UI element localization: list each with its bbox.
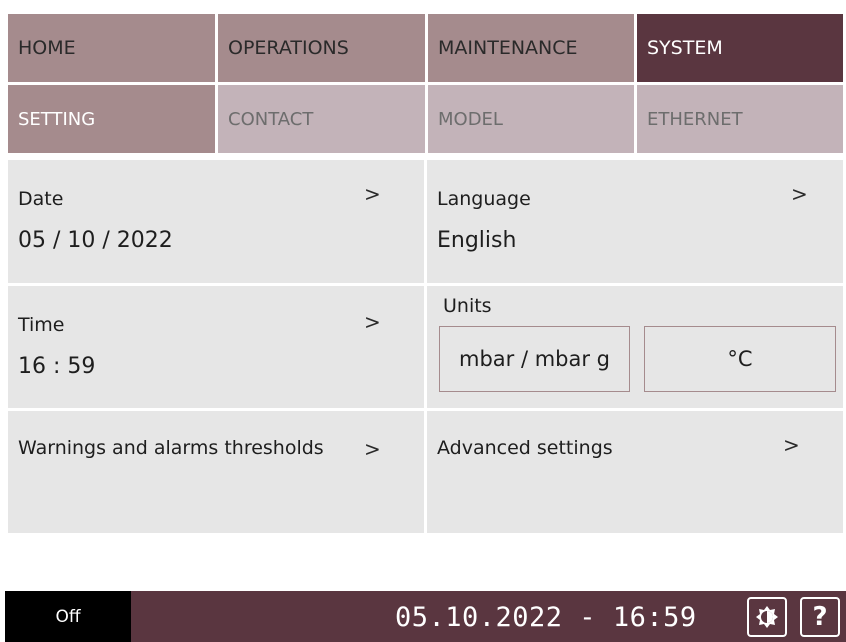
thresholds-setting[interactable]: Warnings and alarms thresholds >	[8, 411, 424, 533]
subtab-contact-label: CONTACT	[228, 108, 314, 130]
subtab-setting[interactable]: SETTING	[8, 85, 215, 153]
pressure-unit-button[interactable]: mbar / mbar g	[439, 326, 630, 392]
chevron-right-icon: >	[791, 182, 808, 206]
advanced-settings-label: Advanced settings	[437, 437, 613, 459]
status-bar: Off 05.10.2022 - 16:59 ?	[5, 591, 846, 642]
temperature-unit-button[interactable]: °C	[644, 326, 836, 392]
brightness-button[interactable]	[747, 597, 787, 637]
temperature-unit-value: °C	[727, 347, 753, 371]
subtab-ethernet-label: ETHERNET	[647, 108, 743, 130]
advanced-settings[interactable]: Advanced settings >	[427, 411, 843, 533]
tab-system-label: SYSTEM	[647, 37, 723, 59]
subtab-model-label: MODEL	[438, 108, 503, 130]
tab-system[interactable]: SYSTEM	[637, 14, 843, 82]
tab-maintenance-label: MAINTENANCE	[438, 37, 578, 59]
help-icon: ?	[812, 602, 828, 632]
subtab-setting-label: SETTING	[18, 108, 96, 130]
tab-home[interactable]: HOME	[8, 14, 215, 82]
chevron-right-icon: >	[364, 310, 381, 334]
subtab-model[interactable]: MODEL	[428, 85, 634, 153]
status-datetime: 05.10.2022 - 16:59	[395, 601, 697, 633]
help-button[interactable]: ?	[800, 597, 840, 637]
date-label: Date	[18, 188, 64, 210]
thresholds-label: Warnings and alarms thresholds	[18, 437, 324, 459]
tab-home-label: HOME	[18, 37, 76, 59]
units-label: Units	[443, 295, 492, 317]
tab-maintenance[interactable]: MAINTENANCE	[428, 14, 634, 82]
time-label: Time	[18, 314, 65, 336]
time-value: 16 : 59	[18, 354, 96, 379]
pressure-unit-value: mbar / mbar g	[458, 347, 610, 371]
chevron-right-icon: >	[364, 182, 381, 206]
tab-operations-label: OPERATIONS	[228, 37, 349, 59]
chevron-right-icon: >	[783, 433, 800, 457]
tab-operations[interactable]: OPERATIONS	[218, 14, 425, 82]
chevron-right-icon: >	[364, 437, 381, 461]
subtab-ethernet[interactable]: ETHERNET	[637, 85, 843, 153]
mode-status-label: Off	[55, 606, 81, 627]
language-label: Language	[437, 188, 531, 210]
language-value: English	[437, 228, 517, 253]
subtab-contact[interactable]: CONTACT	[218, 85, 425, 153]
date-value: 05 / 10 / 2022	[18, 228, 173, 253]
mode-status-button[interactable]: Off	[5, 591, 131, 642]
language-setting[interactable]: Language English >	[427, 160, 843, 283]
date-setting[interactable]: Date 05 / 10 / 2022 >	[8, 160, 424, 283]
brightness-icon	[756, 606, 778, 628]
time-setting[interactable]: Time 16 : 59 >	[8, 286, 424, 408]
